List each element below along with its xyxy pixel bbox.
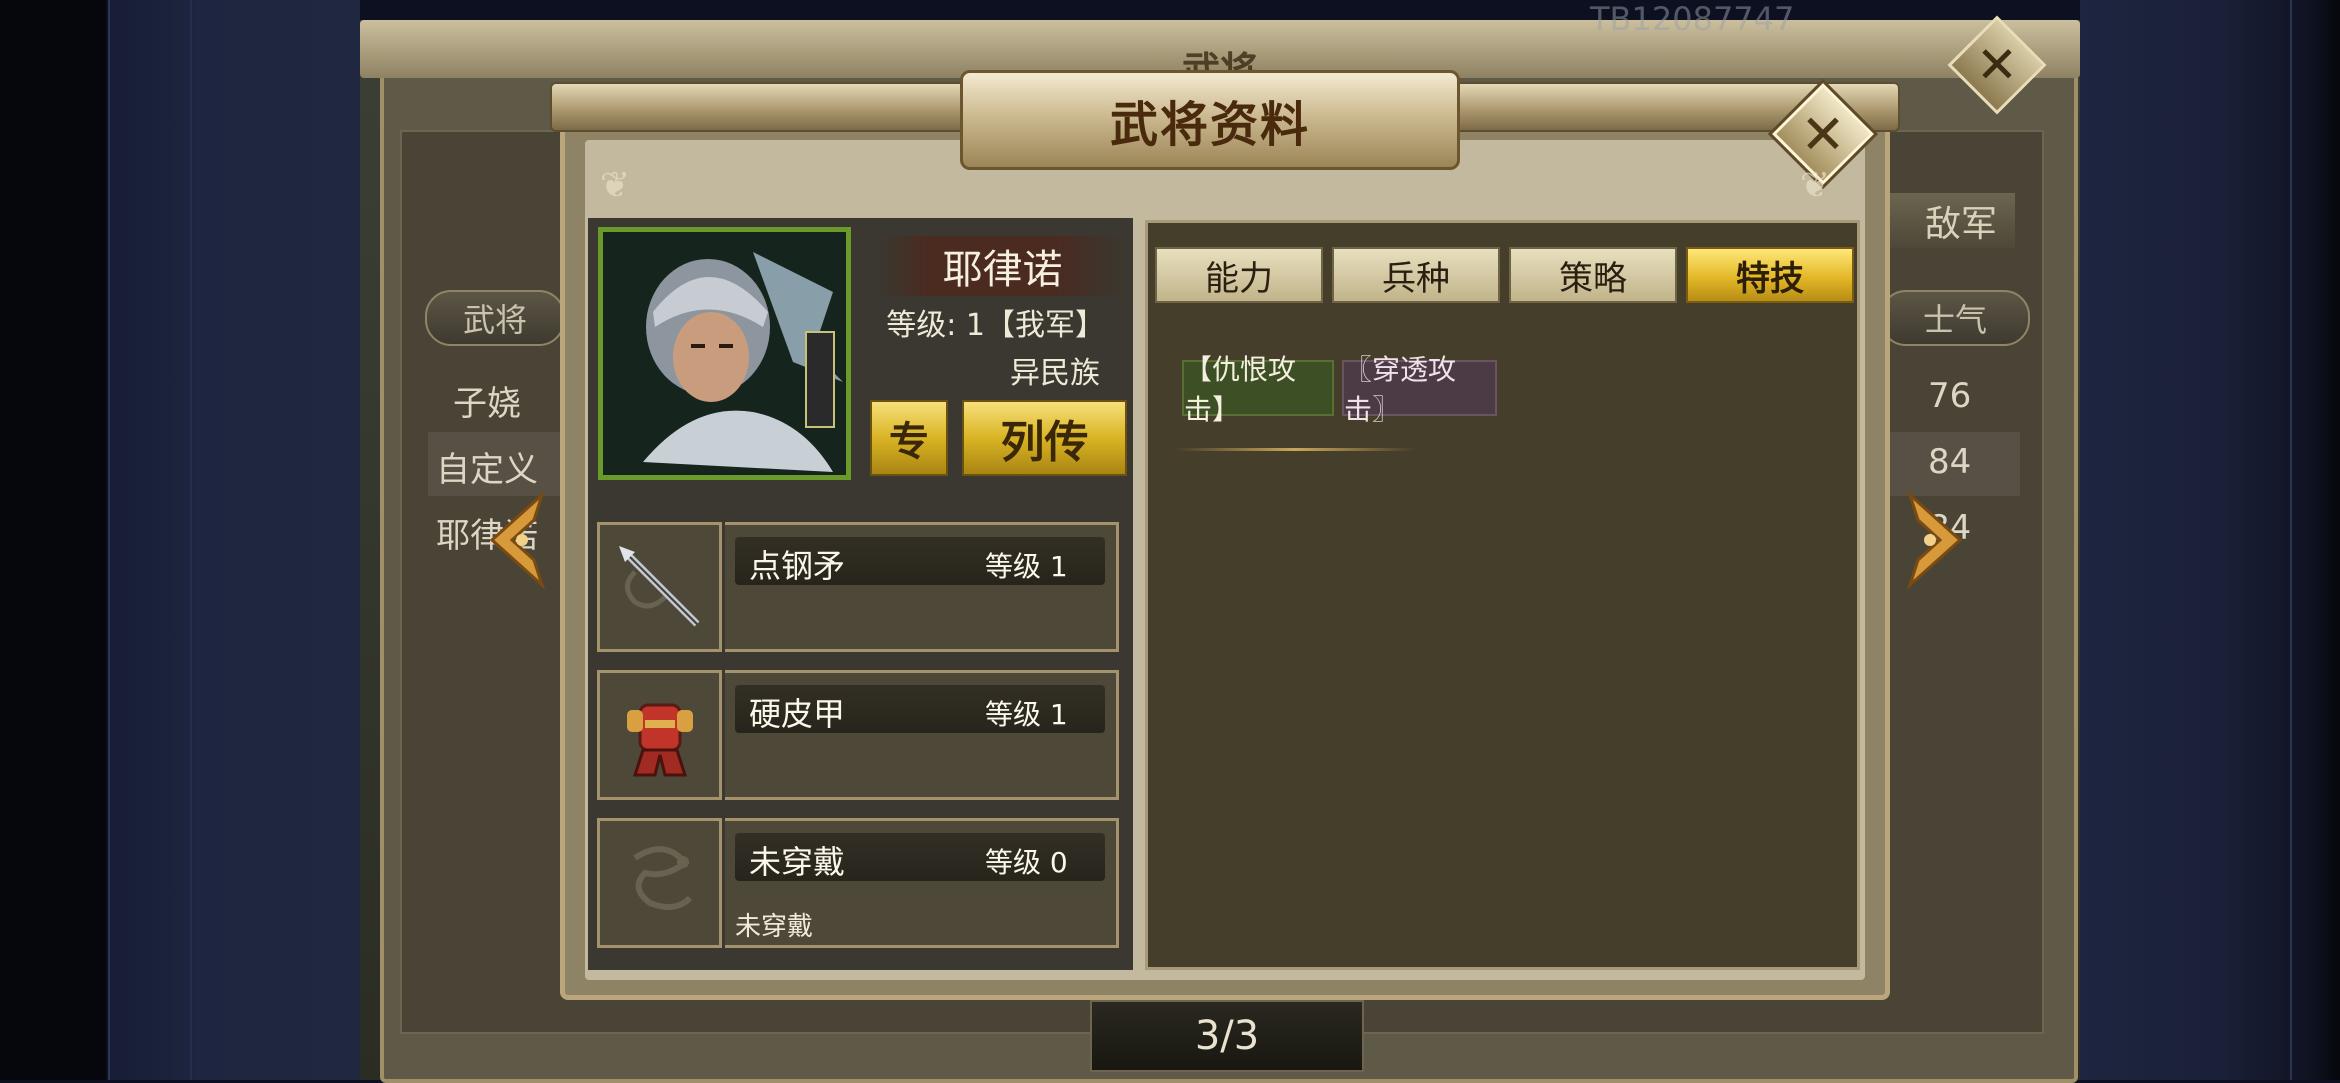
equipment-level-value: 1 — [1049, 550, 1068, 583]
modal-title: 武将资料 — [960, 70, 1460, 170]
equipment-info: 点钢矛 等级 1 — [725, 522, 1119, 652]
equipment-info: 硬皮甲 等级 1 — [725, 670, 1119, 800]
dragon-emblem-icon — [597, 818, 722, 948]
skill-hatred-attack[interactable]: 【仇恨攻击】 — [1182, 353, 1334, 426]
column-header-general[interactable]: 武将 — [425, 290, 565, 346]
biography-button[interactable]: 列传 — [962, 400, 1127, 476]
equipment-name-bar: 硬皮甲 等级 1 — [735, 685, 1105, 733]
detail-panel — [1145, 220, 1860, 970]
equipment-level-value: 1 — [1049, 698, 1068, 731]
row-general-name: 自定义 — [436, 450, 538, 490]
left-backdrop — [0, 0, 360, 1080]
tab-special-skill[interactable]: 特技 — [1686, 247, 1854, 303]
equipment-slot-accessory[interactable]: 未穿戴 等级 0 未穿戴 — [597, 818, 1119, 948]
equipment-level-value: 0 — [1049, 846, 1068, 879]
close-icon: ✕ — [1976, 36, 2018, 94]
equipment-level-label: 等级 — [985, 698, 1042, 731]
player-id-text: TB12087747 — [1590, 0, 1795, 38]
equipment-slot-armor[interactable]: 硬皮甲 等级 1 — [597, 670, 1119, 800]
left-vine-decoration-2 — [190, 0, 192, 1080]
level-value: 1【我军】 — [965, 308, 1105, 343]
equipment-name: 未穿戴 — [749, 843, 846, 881]
skill-piercing-attack[interactable]: 〖穿透攻击〗 — [1342, 353, 1497, 426]
tab-troop-type[interactable]: 兵种 — [1332, 247, 1500, 303]
level-label: 等级: — [886, 308, 957, 343]
equipment-level-label: 等级 — [985, 846, 1042, 879]
left-vine-decoration — [108, 0, 110, 1080]
equipment-level: 等级 1 — [985, 693, 1068, 733]
general-level-line: 等级: 1【我军】 — [860, 300, 1105, 344]
equipment-level: 等级 0 — [985, 841, 1068, 881]
right-backdrop — [2080, 0, 2340, 1080]
general-name: 耶律诺 — [880, 236, 1125, 296]
equipment-level-label: 等级 — [985, 550, 1042, 583]
previous-arrow-icon[interactable] — [482, 490, 552, 590]
leaf-ornament-icon: ❦ — [1800, 165, 1831, 206]
equipment-note: 未穿戴 — [735, 912, 814, 942]
general-portrait[interactable] — [598, 227, 851, 480]
page-indicator: 3/3 — [1090, 1000, 1364, 1072]
equipment-name: 点钢矛 — [749, 547, 846, 585]
equipment-slot-weapon[interactable]: 点钢矛 等级 1 — [597, 522, 1119, 652]
equipment-info: 未穿戴 等级 0 未穿戴 — [725, 818, 1119, 948]
tab-strategy[interactable]: 策略 — [1509, 247, 1677, 303]
warrior-portrait-icon — [603, 232, 846, 475]
row-morale: 84 — [1928, 442, 1972, 482]
general-race: 异民族 — [1010, 356, 1100, 391]
equipment-name-bar: 未穿戴 等级 0 — [735, 833, 1105, 881]
tab-ability[interactable]: 能力 — [1155, 247, 1323, 303]
equipment-name: 硬皮甲 — [749, 695, 846, 733]
close-icon: ✕ — [1800, 102, 1846, 166]
specialty-button[interactable]: 专 — [870, 400, 948, 476]
next-arrow-icon[interactable] — [1900, 490, 1970, 590]
equipment-name-bar: 点钢矛 等级 1 — [735, 537, 1105, 585]
right-vine-decoration — [2290, 0, 2292, 1080]
leaf-ornament-icon: ❦ — [600, 165, 631, 206]
spear-icon — [597, 522, 722, 652]
equipment-level: 等级 1 — [985, 545, 1068, 585]
skill-divider — [1175, 448, 1415, 451]
row-morale: 76 — [1928, 376, 1972, 416]
enemy-tab[interactable]: 敌军 — [1870, 193, 2015, 248]
row-general-name: 子娆 — [453, 384, 521, 424]
armor-icon — [597, 670, 722, 800]
column-header-morale[interactable]: 士气 — [1880, 290, 2030, 346]
